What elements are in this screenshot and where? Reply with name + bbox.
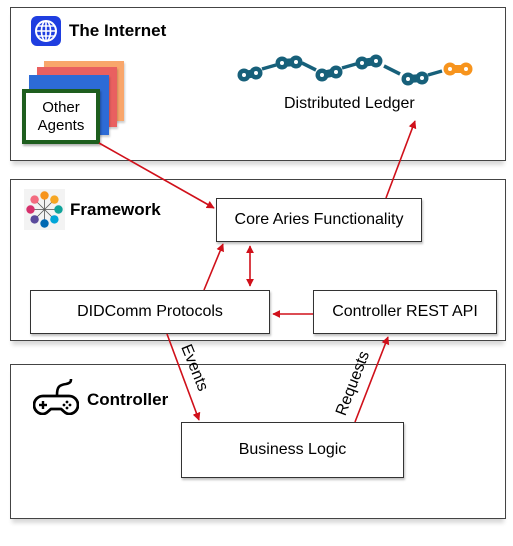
controller-title: Controller	[87, 390, 169, 409]
didcomm-protocols-box: DIDComm Protocols	[30, 290, 270, 334]
aries-dot	[50, 195, 59, 204]
business-logic-box: Business Logic	[181, 422, 404, 478]
aries-dot	[50, 215, 59, 224]
gamepad-icon	[32, 377, 80, 416]
hyperledger-aries-icon	[24, 189, 65, 230]
aries-dot	[54, 205, 63, 214]
controller-rest-api-label: Controller REST API	[332, 303, 478, 320]
other-agents-line2: Agents	[37, 116, 85, 134]
aries-dot	[40, 219, 49, 228]
aries-dot	[26, 205, 35, 214]
aries-dot	[30, 195, 39, 204]
core-aries-label: Core Aries Functionality	[234, 211, 404, 228]
controller-rest-api-box: Controller REST API	[313, 290, 497, 334]
globe-icon	[31, 16, 61, 46]
didcomm-protocols-label: DIDComm Protocols	[77, 303, 223, 320]
internet-title: The Internet	[69, 21, 167, 40]
distributed-ledger-label: Distributed Ledger	[284, 95, 415, 112]
core-aries-box: Core Aries Functionality	[216, 198, 422, 242]
other-agents-box: Other Agents	[22, 89, 100, 144]
aries-dot	[40, 191, 49, 200]
aries-dot	[30, 215, 39, 224]
business-logic-label: Business Logic	[238, 441, 347, 458]
other-agents-line1: Other	[42, 98, 80, 116]
framework-title: Framework	[70, 200, 161, 219]
